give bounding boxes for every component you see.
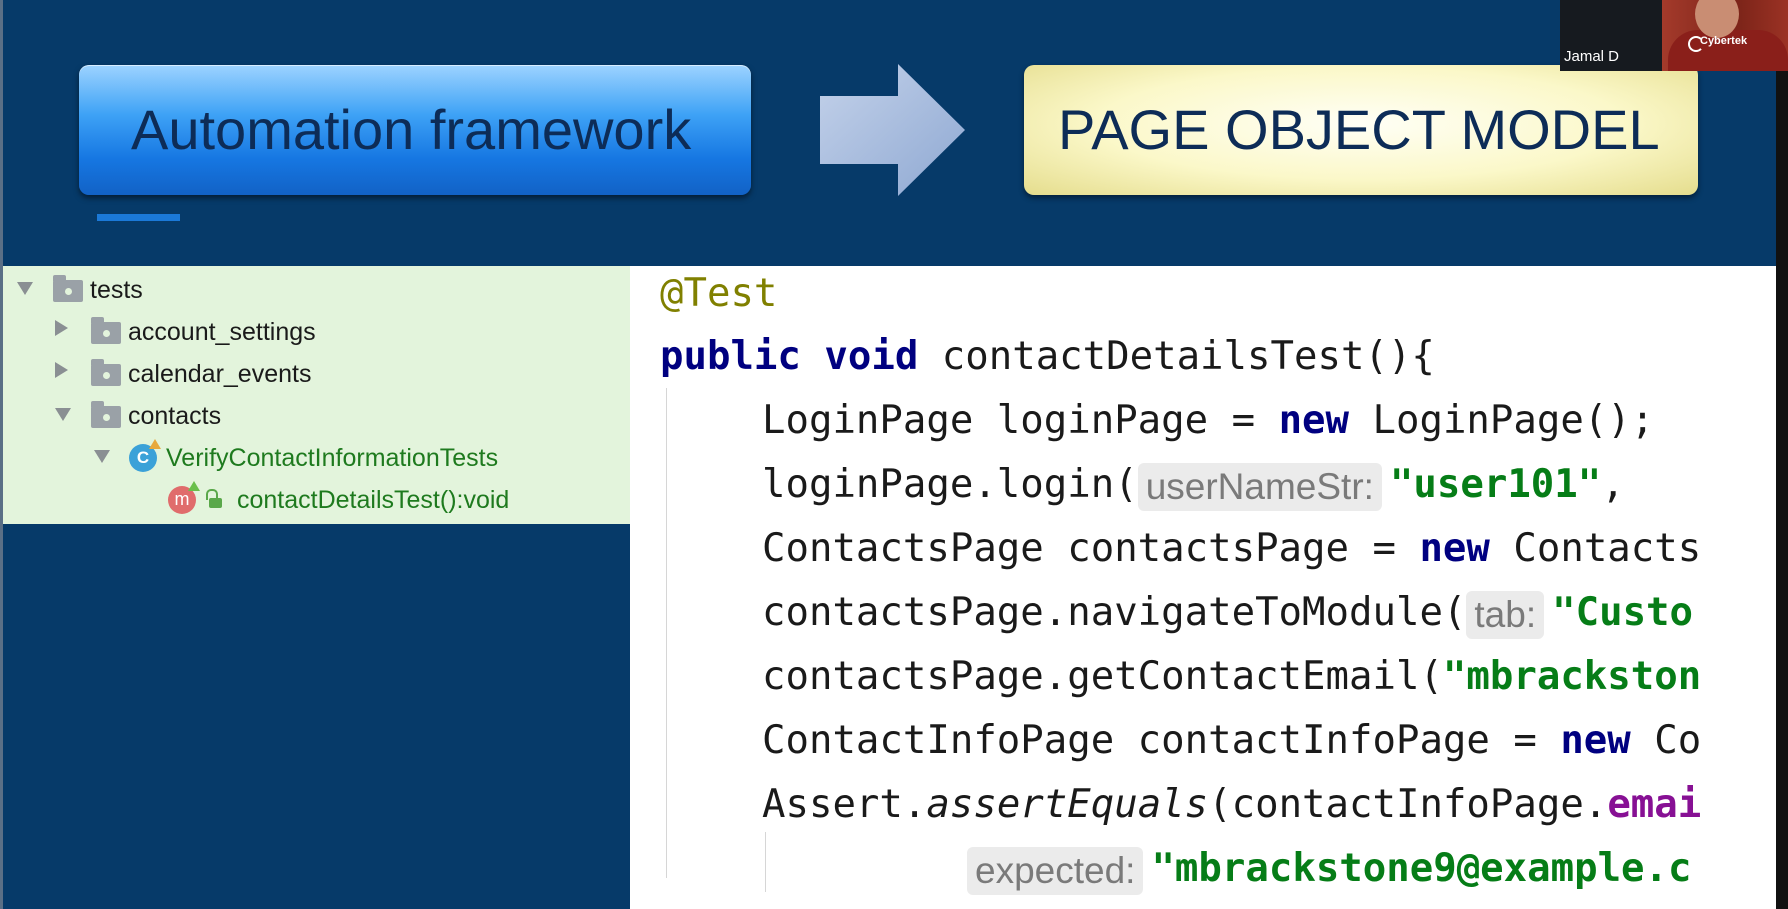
project-tree-panel: tests account_settings calendar_events c… <box>3 266 630 524</box>
code-line-10: expected: "mbrackstone9@example.c <box>967 841 1692 897</box>
collapse-toggle-icon[interactable] <box>55 320 68 336</box>
folder-icon <box>53 275 83 302</box>
code-text: LoginPage(); <box>1372 398 1655 443</box>
tree-label-calendar-events: calendar_events <box>128 360 312 388</box>
expand-toggle-icon[interactable] <box>55 408 71 421</box>
folder-icon <box>91 401 121 428</box>
code-text: Contacts <box>1513 526 1702 571</box>
code-text: (contactInfoPage. <box>1208 782 1608 827</box>
java-class-icon: C <box>129 439 161 472</box>
indent-guide <box>765 832 766 892</box>
page-object-model-box: PAGE OBJECT MODEL <box>1024 65 1698 195</box>
automation-framework-box: Automation framework <box>79 65 751 195</box>
expand-toggle-icon[interactable] <box>17 282 33 295</box>
code-text: ContactsPage contactsPage = <box>762 526 1420 571</box>
code-text: Assert. <box>762 782 927 827</box>
tree-node-account-settings[interactable]: account_settings <box>3 314 630 350</box>
participant-name: Jamal D <box>1564 48 1620 65</box>
string-literal: "user101" <box>1389 462 1602 507</box>
tree-label-contacts: contacts <box>128 402 222 430</box>
keyword: new <box>1560 718 1631 763</box>
string-literal: "mbrackstone9@example.c <box>1151 846 1692 891</box>
parameter-hint: userNameStr: <box>1137 462 1382 511</box>
code-line-7: contactsPage.getContactEmail("mbrackston <box>762 649 1701 705</box>
automation-framework-label: Automation framework <box>131 98 692 161</box>
string-literal: "Custo <box>1552 590 1694 635</box>
code-line-5: ContactsPage contactsPage = new Contacts <box>762 521 1701 577</box>
code-text: , <box>1601 462 1649 507</box>
method-call: assertEquals <box>926 782 1209 827</box>
field-reference: emai <box>1607 782 1702 827</box>
java-method-icon: m <box>168 481 200 514</box>
code-line-8: ContactInfoPage contactInfoPage = new Co <box>762 713 1701 769</box>
code-text: contactDetailsTest(){ <box>941 334 1435 379</box>
folder-icon <box>91 317 121 344</box>
tree-label-method: contactDetailsTest():void <box>237 486 510 514</box>
code-text: loginPage.login( <box>762 462 1138 507</box>
code-line-1: @Test <box>660 266 777 322</box>
page-object-model-label: PAGE OBJECT MODEL <box>1058 98 1660 161</box>
tree-node-test-class[interactable]: C VerifyContactInformationTests <box>3 439 630 476</box>
code-line-9: Assert.assertEquals(contactInfoPage.emai <box>762 777 1701 833</box>
slide: Automation framework PAGE OBJECT MODEL t… <box>0 0 1776 909</box>
right-arrow-icon <box>820 64 965 196</box>
code-line-4: loginPage.login(userNameStr: "user101", <box>762 457 1648 513</box>
public-access-icon <box>206 489 222 508</box>
code-line-6: contactsPage.navigateToModule(tab: "Custo <box>762 585 1693 641</box>
parameter-hint: expected: <box>967 846 1144 895</box>
code-text: contactsPage.navigateToModule( <box>762 590 1467 635</box>
webcam-brand: Cybertek <box>1700 35 1748 47</box>
keyword: new <box>1419 526 1490 571</box>
expand-toggle-icon[interactable] <box>94 450 110 463</box>
tree-label-class: VerifyContactInformationTests <box>166 444 499 472</box>
tree-node-contacts[interactable]: contacts <box>3 398 630 434</box>
screen-edge <box>1776 0 1788 909</box>
code-text: contactsPage.getContactEmail( <box>762 654 1443 699</box>
slide-underline-accent <box>97 214 180 221</box>
keyword: void <box>824 334 919 379</box>
folder-icon <box>91 359 121 386</box>
string-literal: "mbrackston <box>1442 654 1702 699</box>
keyword: new <box>1278 398 1350 443</box>
parameter-hint: tab: <box>1466 590 1545 639</box>
code-line-2: public void contactDetailsTest(){ <box>660 329 1435 385</box>
tree-node-calendar-events[interactable]: calendar_events <box>3 356 630 392</box>
code-editor[interactable]: @Test public void contactDetailsTest(){ … <box>630 266 1776 909</box>
indent-guide <box>666 388 667 878</box>
tree-label-account-settings: account_settings <box>128 318 316 346</box>
tree-label-tests: tests <box>90 276 143 304</box>
code-text: ContactInfoPage contactInfoPage = <box>762 718 1561 763</box>
code-text: LoginPage loginPage = <box>762 398 1279 443</box>
collapse-toggle-icon[interactable] <box>55 362 68 378</box>
tree-node-tests[interactable]: tests <box>3 272 630 308</box>
tree-node-test-method[interactable]: m contactDetailsTest():void <box>3 481 630 518</box>
code-text: Co <box>1654 718 1702 763</box>
annotation: @Test <box>660 271 778 316</box>
code-line-3: LoginPage loginPage = new LoginPage(); <box>762 393 1654 449</box>
keyword: public <box>660 334 801 379</box>
